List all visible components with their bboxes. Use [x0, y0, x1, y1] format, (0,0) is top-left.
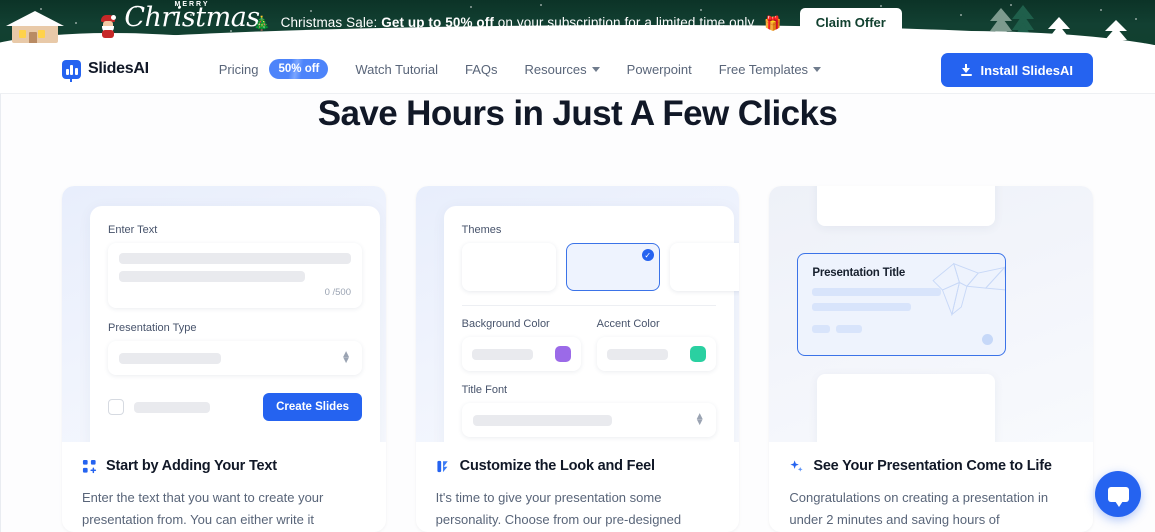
card-visual-preview: Presentation Title [769, 186, 1094, 442]
feature-card-preview: Presentation Title See Your Presentation… [769, 186, 1094, 532]
card-description: It's time to give your presentation some… [435, 490, 682, 528]
card-description: Enter the text that you want to create y… [82, 490, 324, 528]
themes-label: Themes [461, 224, 502, 236]
background-color-group: Background Color [461, 318, 581, 371]
chevron-down-icon [813, 66, 822, 72]
customize-form-panel: Themes ✓ Background Color Accent Color T… [443, 206, 740, 442]
card-body-add-text: Start by Adding Your Text Enter the text… [62, 442, 386, 532]
page-title: Save Hours in Just A Few Clicks [317, 94, 838, 133]
card-visual-enter-text: Enter Text 0 /500 Presentation Type ▲▼ [62, 186, 386, 442]
tree-icon: 🎄 [253, 14, 271, 31]
page-root: MERRY Christmas 🎄 Christmas Sale: Get up… [0, 0, 1155, 532]
check-icon: ✓ [641, 249, 654, 261]
main-navbar: SlidesAI Pricing 50% off Watch Tutorial … [0, 45, 1155, 94]
card-title: Customize the Look and Feel [459, 458, 655, 474]
origami-bird-icon [932, 262, 1006, 317]
color-settings-row: Background Color Accent Color [461, 318, 716, 371]
enter-text-input[interactable]: 0 /500 [108, 243, 362, 308]
nav-item-faqs[interactable]: FAQs [465, 62, 498, 77]
sparkles-icon [790, 459, 803, 472]
accent-color-picker[interactable] [596, 337, 716, 371]
accent-color-swatch[interactable] [689, 346, 706, 362]
feature-cards: Enter Text 0 /500 Presentation Type ▲▼ [62, 186, 1094, 532]
background-color-label: Background Color [461, 318, 550, 330]
theme-option[interactable] [461, 243, 556, 291]
nav-item-faqs-label: FAQs [465, 61, 498, 77]
nav-item-pricing[interactable]: Pricing [219, 62, 259, 77]
brand-logo[interactable]: SlidesAI [62, 59, 149, 82]
card-heading-row: See Your Presentation Come to Life [789, 458, 1073, 474]
discount-badge[interactable]: 50% off [269, 59, 329, 79]
nav-item-free-templates[interactable]: Free Templates [718, 61, 822, 77]
title-font-select[interactable]: ▲ ▼ [461, 403, 716, 437]
brand-name: SlidesAI [88, 60, 149, 77]
card-heading-row: Customize the Look and Feel [436, 458, 720, 474]
accent-color-label: Accent Color [596, 318, 660, 330]
chat-bubble-icon [1107, 486, 1129, 507]
background-color-picker[interactable] [461, 337, 581, 371]
nav-item-pricing-label: Pricing [218, 61, 259, 77]
accent-color-group: Accent Color [596, 318, 716, 371]
banner-text-suffix: on your subscription for a limited time … [493, 15, 755, 30]
chevron-down-icon [591, 66, 600, 72]
slide-accent-dot [982, 334, 994, 345]
nav-item-resources[interactable]: Resources [525, 62, 600, 77]
slide-stack: Presentation Title [769, 186, 1093, 442]
background-color-swatch[interactable] [554, 346, 571, 362]
title-font-label: Title Font [461, 384, 508, 396]
install-slidesai-button[interactable]: Install SlidesAI [940, 53, 1093, 87]
card-title: Start by Adding Your Text [106, 458, 277, 474]
feature-card-customize: Themes ✓ Background Color Accent Color T… [415, 186, 740, 532]
palette-icon [437, 460, 448, 472]
christmas-promo-banner: MERRY Christmas 🎄 Christmas Sale: Get up… [0, 0, 1155, 45]
nav-item-watch-tutorial[interactable]: Watch Tutorial [355, 62, 438, 77]
nav-item-powerpoint-label: Powerpoint [626, 61, 692, 77]
banner-message: Christmas Sale: Get up to 50% off on you… [281, 15, 755, 30]
presentation-type-label: Presentation Type [108, 322, 197, 334]
theme-option-selected[interactable]: ✓ [565, 243, 660, 291]
claim-offer-button[interactable]: Claim Offer [799, 8, 902, 37]
nav-item-powerpoint[interactable]: Powerpoint [627, 62, 692, 77]
card-title: See Your Presentation Come to Life [813, 458, 1052, 474]
download-icon [960, 64, 972, 76]
feature-card-add-text: Enter Text 0 /500 Presentation Type ▲▼ [62, 186, 386, 532]
banner-text-bold: Get up to 50% off [381, 15, 494, 30]
banner-message-row: 🎄 Christmas Sale: Get up to 50% off on y… [0, 0, 1155, 45]
dots-grid-icon [82, 459, 97, 473]
slidesai-logo-icon [62, 59, 81, 82]
theme-option[interactable] [669, 243, 740, 291]
card-visual-customize: Themes ✓ Background Color Accent Color T… [415, 186, 740, 442]
themes-list: ✓ [461, 243, 740, 291]
character-counter: 0 /500 [324, 287, 351, 298]
nav-item-free-templates-label: Free Templates [718, 61, 809, 77]
banner-text-prefix: Christmas Sale: [280, 15, 382, 30]
nav-item-resources-label: Resources [524, 61, 587, 77]
chevron-updown-icon: ▲ ▼ [341, 349, 351, 366]
chat-widget-button[interactable] [1095, 471, 1141, 517]
page-left-edge [0, 94, 1, 532]
nav-links: Pricing 50% off Watch Tutorial FAQs Reso… [219, 59, 822, 79]
enter-text-label: Enter Text [108, 224, 158, 236]
mini-slide-below [817, 374, 996, 442]
form-footer-row: Create Slides [108, 393, 362, 421]
install-slidesai-label: Install SlidesAI [980, 62, 1073, 78]
terms-checkbox[interactable] [108, 399, 124, 415]
presentation-type-select[interactable]: ▲ ▼ [108, 341, 362, 375]
card-heading-row: Start by Adding Your Text [82, 458, 366, 474]
card-description: Congratulations on creating a presentati… [789, 490, 1049, 528]
gift-icon: 🎁 [764, 14, 782, 31]
nav-item-watch-tutorial-label: Watch Tutorial [355, 61, 438, 77]
mini-slide-above [817, 186, 996, 226]
card-body-preview: See Your Presentation Come to Life Congr… [769, 442, 1093, 532]
create-slides-button[interactable]: Create Slides [263, 393, 362, 421]
enter-text-form-panel: Enter Text 0 /500 Presentation Type ▲▼ [90, 206, 380, 442]
chevron-updown-icon: ▲ ▼ [694, 411, 705, 428]
panel-divider [461, 305, 716, 306]
presentation-preview-slide[interactable]: Presentation Title [797, 253, 1007, 356]
card-body-customize: Customize the Look and Feel It's time to… [416, 442, 740, 532]
